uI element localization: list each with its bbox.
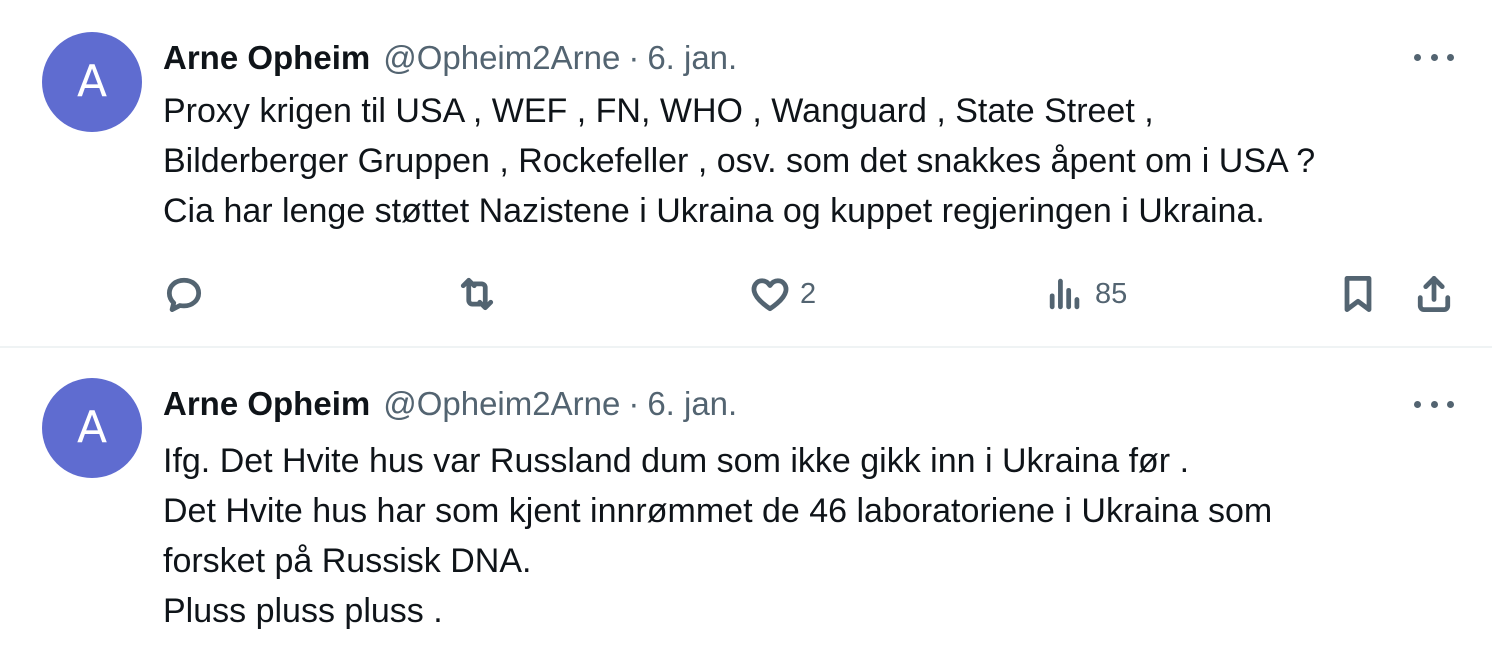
author-name[interactable]: Arne Opheim [163, 385, 370, 423]
more-icon[interactable] [1414, 392, 1454, 416]
retweet-icon [460, 277, 494, 311]
separator-dot: · [628, 39, 640, 76]
tweet-text-line: Det Hvite hus har som kjent innrømmet de… [163, 492, 1273, 530]
tweet-header: Arne Opheim @Opheim2Arne · 6. jan. [163, 36, 737, 80]
like-button[interactable]: 2 [748, 268, 816, 320]
heart-icon [751, 278, 789, 312]
tweet-actions: 2 85 [0, 268, 1492, 320]
bookmark-icon [1344, 276, 1372, 312]
bookmark-button[interactable] [1336, 268, 1380, 320]
view-count: 85 [1095, 277, 1128, 310]
author-name[interactable]: Arne Opheim [163, 39, 370, 77]
more-icon[interactable] [1414, 45, 1454, 69]
views-icon [1049, 278, 1080, 310]
tweet-text-line: Proxy krigen til USA , WEF , FN, WHO , W… [163, 92, 1154, 130]
tweet-text-line: Bilderberger Gruppen , Rockefeller , osv… [163, 142, 1316, 180]
reply-icon [166, 277, 202, 312]
avatar[interactable]: A [42, 32, 142, 132]
retweet-button[interactable] [455, 268, 499, 320]
tweet-text: Ifg. Det Hvite hus var Russland dum som … [163, 436, 1463, 636]
share-icon [1417, 276, 1451, 312]
tweet[interactable]: A Arne Opheim @Opheim2Arne · 6. jan. Ifg… [0, 348, 1492, 654]
tweet-text-line: Cia har lenge støttet Nazistene i Ukrain… [163, 192, 1265, 230]
share-button[interactable] [1412, 268, 1456, 320]
author-handle[interactable]: @Opheim2Arne [383, 39, 620, 77]
tweet-date[interactable]: 6. jan. [647, 39, 737, 77]
tweet[interactable]: A Arne Opheim @Opheim2Arne · 6. jan. Pro… [0, 0, 1492, 348]
avatar[interactable]: A [42, 378, 142, 478]
reply-button[interactable] [162, 268, 206, 320]
author-handle[interactable]: @Opheim2Arne [383, 385, 620, 423]
tweet-date[interactable]: 6. jan. [647, 385, 737, 423]
tweet-header: Arne Opheim @Opheim2Arne · 6. jan. [163, 382, 737, 426]
like-count: 2 [800, 277, 817, 310]
tweet-text-line: Ifg. Det Hvite hus var Russland dum som … [163, 442, 1190, 480]
tweet-text: Proxy krigen til USA , WEF , FN, WHO , W… [163, 86, 1463, 236]
tweet-text-line: Pluss pluss pluss . [163, 592, 443, 630]
tweet-text-line: forsket på Russisk DNA. [163, 542, 532, 580]
views-button[interactable]: 85 [1043, 268, 1127, 320]
separator-dot: · [628, 385, 640, 422]
